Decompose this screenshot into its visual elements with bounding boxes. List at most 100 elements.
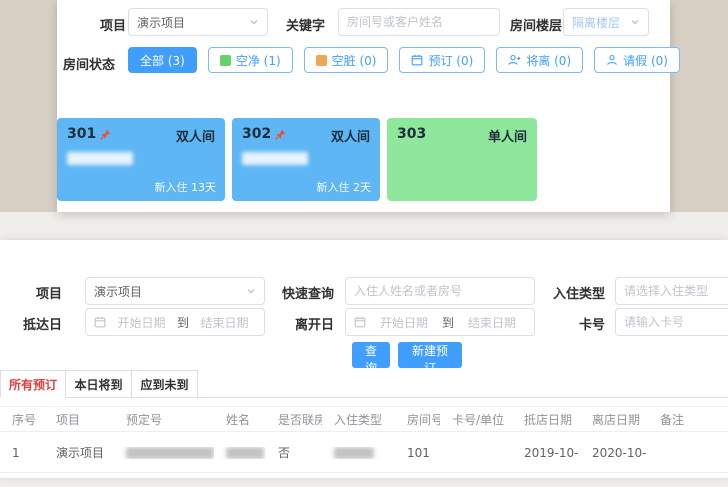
calendar-icon: [411, 54, 423, 66]
room-status-filter-button[interactable]: 空净 (1): [208, 47, 293, 73]
table-cell: 2019-10-16: [512, 446, 580, 460]
status-filter-label: 空净 (1): [236, 52, 281, 69]
calendar-icon: [94, 316, 106, 328]
room-status-filter-button[interactable]: 空脏 (0): [304, 47, 389, 73]
tab-3[interactable]: 应到未到: [132, 370, 198, 398]
redacted-value: [334, 447, 374, 459]
room-status-label: 房间状态: [63, 54, 115, 73]
quick-search-label: 快速查询: [270, 283, 334, 302]
end-date-placeholder: 结束日期: [458, 314, 526, 331]
status-filter-label: 将离 (0): [526, 52, 571, 69]
room-number: 303: [397, 126, 426, 142]
tab-1[interactable]: 所有预订: [0, 370, 66, 398]
room-stay-note: 新入住 2天: [317, 179, 372, 195]
quick-search-input[interactable]: [345, 277, 535, 305]
checkin-type-label: 入住类型: [541, 283, 605, 302]
room-number: 301: [67, 126, 111, 142]
project-select[interactable]: 演示项目: [85, 277, 265, 305]
table-cell: 2020-10-15: [580, 446, 648, 460]
start-date-placeholder: 开始日期: [370, 314, 438, 331]
query-button[interactable]: 查询: [352, 342, 390, 368]
room-number: 302: [242, 126, 286, 142]
status-filter-label: 全部 (3): [140, 52, 185, 69]
chevron-down-icon: [630, 17, 640, 27]
room-card-header: 301 双人间: [67, 126, 215, 145]
chevron-down-icon: [249, 17, 259, 27]
departure-date-label: 离开日: [270, 314, 334, 333]
column-header: 序号: [0, 411, 44, 428]
arrival-date-label: 抵达日: [0, 314, 62, 333]
redacted-guest-name: [242, 152, 308, 165]
tab-2[interactable]: 本日将到: [66, 370, 132, 398]
keyword-label: 关键字: [286, 15, 325, 34]
project-select-value: 演示项目: [137, 14, 185, 31]
room-type: 双人间: [176, 126, 215, 145]
date-range-separator: 到: [177, 314, 189, 331]
pin-icon: [275, 129, 286, 140]
redacted-guest-name: [67, 152, 133, 165]
room-status-filter-button[interactable]: 将离 (0): [496, 47, 583, 73]
table-cell: 否: [266, 444, 322, 461]
redacted-value: [226, 447, 264, 459]
floor-label: 房间楼层: [510, 15, 562, 34]
column-header: 抵店日期: [512, 411, 580, 428]
column-header: 备注: [648, 411, 728, 428]
room-card-303[interactable]: 303 单人间: [387, 118, 537, 201]
project-select-value: 演示项目: [94, 283, 142, 300]
room-status-filter-button[interactable]: 全部 (3): [128, 47, 197, 73]
table-cell: 1: [0, 446, 44, 460]
room-card-302[interactable]: 302 双人间新入住 2天: [232, 118, 380, 201]
room-stay-note: 新入住 13天: [155, 179, 217, 195]
card-no-label: 卡号: [541, 314, 605, 333]
column-header: 是否联房: [266, 411, 322, 428]
column-header: 卡号/单位: [440, 411, 512, 428]
room-status-filters: 全部 (3) 空净 (1) 空脏 (0) 预订 (0) 将离 (0) 请假 (0): [128, 47, 680, 73]
table-cell: 101: [395, 446, 440, 460]
room-type: 双人间: [331, 126, 370, 145]
column-header: 离店日期: [580, 411, 648, 428]
vacant-clean-swatch-icon: [220, 55, 231, 66]
table-cell: [214, 447, 266, 459]
column-header: 项目: [44, 411, 114, 428]
floor-select[interactable]: 隔离楼层: [563, 8, 649, 36]
room-card-header: 302 双人间: [242, 126, 370, 145]
keyword-input[interactable]: [338, 8, 500, 36]
project-label: 项目: [0, 283, 62, 302]
date-range-separator: 到: [442, 314, 454, 331]
project-select[interactable]: 演示项目: [128, 8, 268, 36]
card-no-input[interactable]: [615, 308, 728, 336]
vacant-dirty-swatch-icon: [316, 55, 327, 66]
column-header: 预定号: [114, 411, 214, 428]
redacted-value: [126, 447, 214, 459]
arrival-date-range[interactable]: 开始日期 到 结束日期: [85, 308, 265, 336]
status-filter-label: 预订 (0): [428, 52, 473, 69]
table-cell: 演示项目: [44, 444, 114, 461]
room-status-filter-button[interactable]: 请假 (0): [594, 47, 680, 73]
room-type: 单人间: [488, 126, 527, 145]
person-depart-icon: [508, 54, 521, 66]
booking-panel: 项目 演示项目 快速查询 入住类型 抵达日 开始日期 到 结束日期 离开日 开始…: [0, 240, 728, 478]
room-status-filter-button[interactable]: 预订 (0): [399, 47, 485, 73]
room-card-header: 303 单人间: [397, 126, 527, 145]
floor-select-value: 隔离楼层: [572, 14, 620, 31]
room-status-panel: 项目 演示项目 关键字 房间楼层 隔离楼层 房间状态 全部 (3) 空净 (1) 空…: [57, 0, 670, 212]
column-header: 入住类型: [322, 411, 395, 428]
status-filter-label: 空脏 (0): [332, 52, 377, 69]
status-filter-label: 请假 (0): [623, 52, 668, 69]
screen: 项目 演示项目 关键字 房间楼层 隔离楼层 房间状态 全部 (3) 空净 (1) 空…: [0, 0, 728, 487]
new-booking-button[interactable]: 新建预订: [398, 342, 462, 368]
departure-date-range[interactable]: 开始日期 到 结束日期: [345, 308, 535, 336]
room-cards: 301 双人间新入住 13天 302 双人间新入住 2天 303 单人间: [57, 118, 537, 201]
project-label: 项目: [100, 15, 126, 34]
start-date-placeholder: 开始日期: [110, 314, 173, 331]
table-row[interactable]: 1演示项目 否 101 2019-10-162020-10-15: [0, 433, 728, 473]
calendar-icon: [354, 316, 366, 328]
chevron-down-icon: [246, 286, 256, 296]
room-card-301[interactable]: 301 双人间新入住 13天: [57, 118, 225, 201]
column-header: 房间号: [395, 411, 440, 428]
column-header: 姓名: [214, 411, 266, 428]
end-date-placeholder: 结束日期: [193, 314, 256, 331]
pin-icon: [100, 129, 111, 140]
table-body: 1演示项目 否 101 2019-10-162020-10-15: [0, 433, 728, 473]
checkin-type-input[interactable]: [615, 277, 728, 305]
